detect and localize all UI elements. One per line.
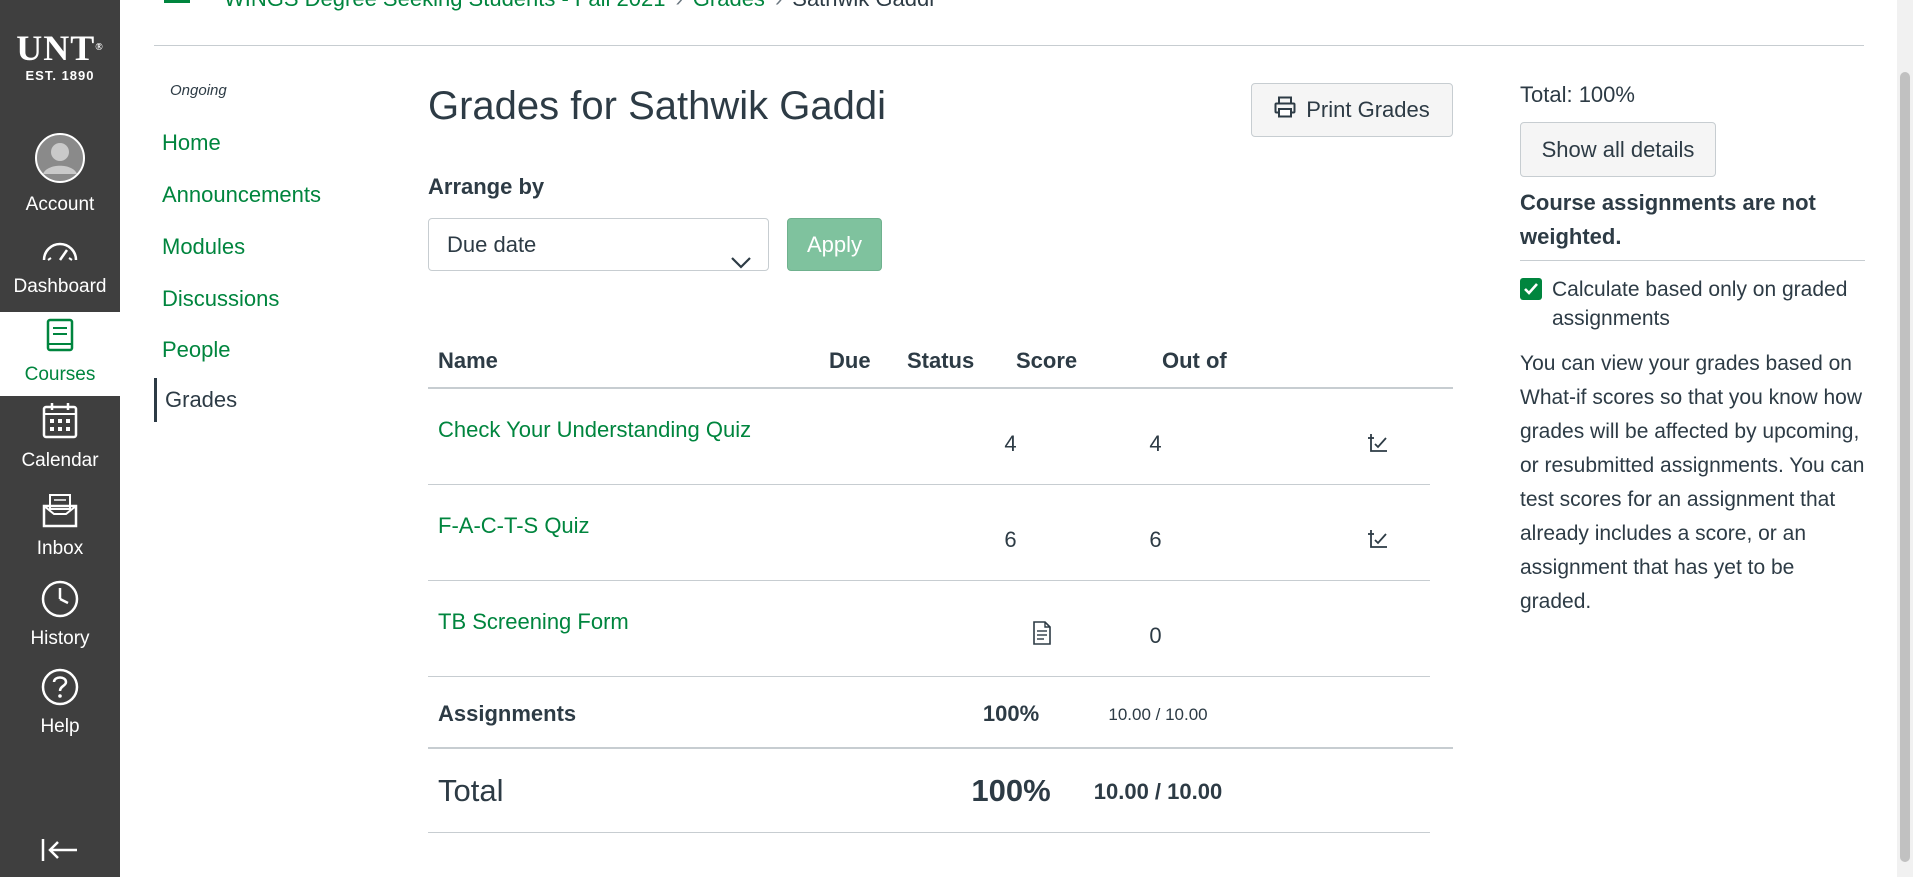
total-fraction: 10.00 / 10.00 bbox=[1093, 779, 1223, 804]
apply-button[interactable]: Apply bbox=[787, 218, 882, 271]
column-header-status: Status bbox=[907, 348, 975, 373]
assignment-score[interactable]: 6 bbox=[988, 527, 1033, 553]
courses-icon bbox=[0, 318, 120, 360]
global-nav-label: Calendar bbox=[21, 450, 99, 471]
checkmark-icon bbox=[1524, 283, 1538, 295]
global-nav-label: Inbox bbox=[36, 538, 84, 559]
total-percent: 100% bbox=[971, 773, 1051, 808]
breadcrumb-separator-icon: › bbox=[675, 0, 682, 11]
what-if-description: You can view your grades based on What-i… bbox=[1520, 352, 1865, 613]
global-nav-inbox[interactable]: Inbox bbox=[0, 492, 120, 560]
arrange-by-select[interactable]: Due date bbox=[428, 218, 769, 271]
global-nav-label: History bbox=[30, 628, 90, 649]
assignments-group-label: Assignments bbox=[438, 701, 577, 726]
breadcrumb-separator-icon: › bbox=[775, 0, 782, 11]
page-scrollbar[interactable] bbox=[1897, 0, 1913, 877]
total-label: Total bbox=[438, 773, 504, 808]
course-nav-home[interactable]: Home bbox=[162, 130, 221, 156]
table-row: TB Screening Form 0 bbox=[428, 581, 1430, 677]
document-icon[interactable] bbox=[1032, 621, 1052, 650]
scrollbar-thumb[interactable] bbox=[1900, 72, 1910, 862]
what-if-icon[interactable] bbox=[1367, 433, 1389, 458]
column-header-out-of: Out of bbox=[1162, 348, 1227, 373]
global-nav-calendar[interactable]: Calendar bbox=[0, 402, 120, 472]
sidebar-divider bbox=[1520, 260, 1865, 261]
collapse-nav-icon[interactable] bbox=[40, 835, 80, 865]
account-icon bbox=[0, 132, 120, 190]
assignment-link[interactable]: Check Your Understanding Quiz bbox=[438, 417, 751, 443]
assignment-link[interactable]: TB Screening Form bbox=[438, 609, 629, 635]
course-nav-people[interactable]: People bbox=[162, 337, 231, 363]
history-icon bbox=[0, 580, 120, 624]
assignment-score[interactable]: 4 bbox=[988, 431, 1033, 457]
global-nav-label: Courses bbox=[24, 364, 96, 385]
table-row: F-A-C-T-S Quiz 6 6 bbox=[428, 485, 1430, 581]
graded-only-checkbox-label[interactable]: Calculate based only on graded assignmen… bbox=[1552, 275, 1852, 333]
course-nav-modules[interactable]: Modules bbox=[162, 234, 245, 260]
graded-only-checkbox[interactable] bbox=[1520, 278, 1542, 300]
breadcrumb-course-link[interactable]: WINGS Degree Seeking Students - Fall 202… bbox=[224, 0, 665, 11]
global-nav-label: Dashboard bbox=[13, 276, 107, 297]
arrange-by-label: Arrange by bbox=[428, 174, 545, 199]
breadcrumb-grades-link[interactable]: Grades bbox=[693, 0, 765, 11]
assignments-group-percent: 100% bbox=[982, 701, 1040, 726]
print-grades-label: Print Grades bbox=[1306, 97, 1430, 122]
logo-name: UNT bbox=[16, 28, 96, 68]
course-term: Ongoing bbox=[170, 82, 227, 99]
chevron-down-icon bbox=[730, 237, 752, 288]
assignment-out-of: 6 bbox=[1149, 527, 1162, 552]
assignment-out-of: 4 bbox=[1149, 431, 1162, 456]
global-nav-label: Account bbox=[25, 194, 95, 215]
print-grades-button[interactable]: Print Grades bbox=[1251, 83, 1453, 137]
assignments-group-fraction: 10.00 / 10.00 bbox=[1108, 705, 1208, 724]
sidebar-total: Total: 100% bbox=[1520, 82, 1635, 107]
hamburger-menu-icon[interactable] bbox=[164, 0, 190, 3]
global-nav-account[interactable]: Account bbox=[0, 132, 120, 216]
printer-icon bbox=[1274, 96, 1296, 124]
logo-est: EST. 1890 bbox=[25, 68, 95, 83]
global-nav-courses[interactable]: Courses bbox=[0, 312, 120, 396]
inbox-icon bbox=[0, 492, 120, 534]
calendar-icon bbox=[0, 402, 120, 446]
dashboard-icon bbox=[0, 236, 120, 272]
breadcrumb: WINGS Degree Seeking Students - Fall 202… bbox=[224, 0, 934, 12]
table-row: Check Your Understanding Quiz 4 4 bbox=[428, 389, 1430, 485]
weight-notice: Course assignments are not weighted. bbox=[1520, 190, 1816, 249]
column-header-name: Name bbox=[438, 348, 498, 373]
column-header-score: Score bbox=[1016, 348, 1078, 373]
what-if-icon[interactable] bbox=[1367, 529, 1389, 554]
course-nav-discussions[interactable]: Discussions bbox=[162, 286, 279, 312]
course-nav-grades[interactable]: Grades bbox=[154, 378, 237, 422]
column-header-due: Due bbox=[829, 348, 871, 373]
global-nav-help[interactable]: Help bbox=[0, 668, 120, 738]
show-all-details-button[interactable]: Show all details bbox=[1520, 122, 1716, 177]
global-nav-dashboard[interactable]: Dashboard bbox=[0, 236, 120, 298]
help-icon bbox=[0, 668, 120, 712]
course-nav-announcements[interactable]: Announcements bbox=[162, 182, 321, 208]
assignment-out-of: 0 bbox=[1149, 623, 1162, 648]
total-row: Total 100% 10.00 / 10.00 bbox=[428, 751, 1430, 833]
page-title: Grades for Sathwik Gaddi bbox=[428, 84, 886, 128]
global-nav-history[interactable]: History bbox=[0, 580, 120, 650]
unt-logo[interactable]: UNT® EST. 1890 bbox=[0, 30, 120, 83]
top-bar: WINGS Degree Seeking Students - Fall 202… bbox=[154, 0, 1864, 46]
assignment-link[interactable]: F-A-C-T-S Quiz bbox=[438, 513, 590, 539]
global-nav: UNT® EST. 1890 Account Dashboard Courses… bbox=[0, 0, 120, 877]
breadcrumb-current: Sathwik Gaddi bbox=[792, 0, 934, 11]
assignments-group-row: Assignments 100% 10.00 / 10.00 bbox=[428, 677, 1453, 749]
arrange-by-value: Due date bbox=[447, 232, 537, 257]
global-nav-label: Help bbox=[40, 716, 80, 737]
